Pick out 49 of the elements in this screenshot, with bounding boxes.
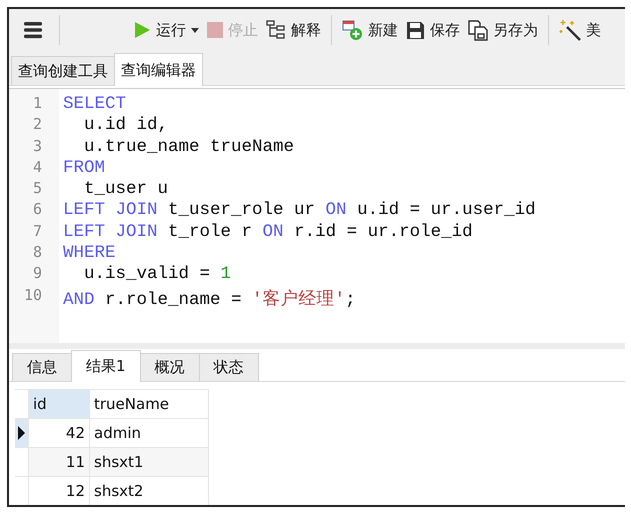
tab[interactable]: 概况: [140, 353, 200, 381]
toolbar-button[interactable]: 另存为: [464, 14, 542, 46]
column-header[interactable]: id: [28, 390, 90, 418]
code-line: FROM: [63, 158, 106, 180]
line-number: 8: [32, 243, 43, 264]
table-cell: shsxt1: [90, 448, 208, 476]
line-number: 9: [32, 264, 43, 284]
tab[interactable]: 查询创建工具: [11, 56, 115, 85]
code-line: u.true_name trueName: [83, 136, 296, 158]
code-line: SELECT: [63, 94, 128, 116]
code-line: WHERE: [63, 243, 117, 264]
code-line: t_user u: [83, 179, 170, 200]
tab[interactable]: 结果1: [71, 350, 141, 382]
stop-icon: [207, 22, 223, 38]
line-number: 5: [32, 179, 43, 200]
table-cell: 12: [28, 476, 90, 505]
column-header[interactable]: trueName: [90, 390, 208, 418]
save-icon: [406, 20, 425, 40]
toolbar-button[interactable]: 保存: [402, 14, 464, 46]
line-number: 1: [32, 94, 43, 114]
caret-icon[interactable]: [191, 28, 199, 32]
code-line: LEFT JOIN t_user_role ur ON u.id = ur.user_id: [63, 200, 537, 222]
line-number: 2: [32, 115, 43, 136]
toolbar-button[interactable]: 新建: [338, 14, 402, 46]
line-number: 6: [32, 200, 43, 220]
play-icon: [134, 21, 151, 39]
menu-icon[interactable]: [23, 21, 43, 39]
table-cell: admin: [90, 418, 208, 448]
magic-wand-icon: [559, 19, 581, 41]
line-number: 3: [32, 136, 43, 157]
new-table-icon: [342, 20, 363, 40]
table-cell: shsxt2: [90, 476, 208, 505]
code-line: u.is_valid = 1: [83, 264, 232, 286]
tab[interactable]: 状态: [198, 353, 259, 381]
tab[interactable]: 查询编辑器: [114, 53, 203, 86]
line-number: 10: [24, 286, 43, 306]
code-line: LEFT JOIN t_role r ON r.id = ur.role_id: [63, 222, 474, 244]
table-cell: 42: [28, 418, 90, 448]
code-line: AND r.role_name = '客户经理';: [63, 288, 357, 307]
tab[interactable]: 信息: [12, 353, 72, 381]
diagram-icon: [266, 20, 286, 40]
code-line: u.id id,: [83, 115, 170, 137]
line-number: 4: [32, 158, 43, 178]
table-cell: 11: [28, 448, 90, 476]
toolbar-button[interactable]: 运行: [130, 14, 203, 46]
toolbar-button[interactable]: 解释: [262, 14, 325, 46]
line-number: 7: [32, 222, 43, 242]
toolbar-button[interactable]: 美: [555, 14, 605, 46]
save-as-icon: [468, 20, 488, 40]
